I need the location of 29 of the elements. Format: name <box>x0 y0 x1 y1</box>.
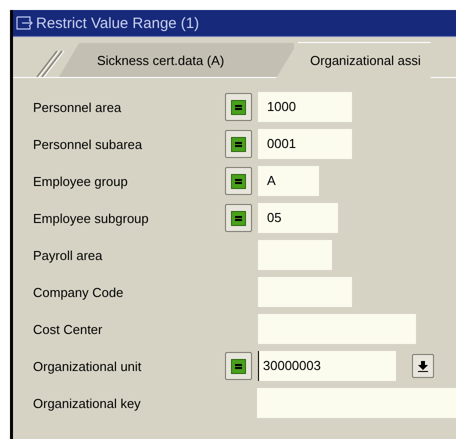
field-label: Organizational key <box>33 396 142 410</box>
input-field[interactable]: A <box>258 166 319 196</box>
tab[interactable]: Organizational assi <box>276 42 431 78</box>
down-arrow-icon <box>418 360 428 372</box>
window-title: Restrict Value Range (1) <box>36 14 200 32</box>
input-field[interactable]: 05 <box>258 203 338 233</box>
field-label: Personnel subarea <box>33 136 144 152</box>
input-field[interactable] <box>256 388 456 418</box>
field-label: Organizational unit <box>33 358 142 374</box>
field-label: Company Code <box>33 284 124 300</box>
input-field[interactable] <box>258 277 352 307</box>
field-label: Employee group <box>33 174 129 188</box>
window-icon <box>16 16 34 30</box>
selection-option-button[interactable] <box>225 93 252 121</box>
dropdown-button[interactable] <box>412 354 434 378</box>
field-label: Personnel area <box>33 100 122 114</box>
selection-option-button[interactable] <box>225 352 252 380</box>
input-field[interactable]: 30000003 <box>258 351 396 381</box>
input-field[interactable]: 0001 <box>258 129 352 159</box>
input-field[interactable] <box>258 314 416 344</box>
selection-option-button[interactable] <box>225 167 252 195</box>
field-label: Employee subgroup <box>33 210 150 226</box>
field-label: Cost Center <box>33 322 104 336</box>
tab[interactable]: Sickness cert.data (A) <box>59 43 294 77</box>
field-label: Payroll area <box>33 248 104 262</box>
selection-option-button[interactable] <box>225 130 252 158</box>
input-field[interactable]: 1000 <box>258 92 352 122</box>
selection-option-button[interactable] <box>225 204 252 232</box>
input-field[interactable] <box>258 240 332 270</box>
